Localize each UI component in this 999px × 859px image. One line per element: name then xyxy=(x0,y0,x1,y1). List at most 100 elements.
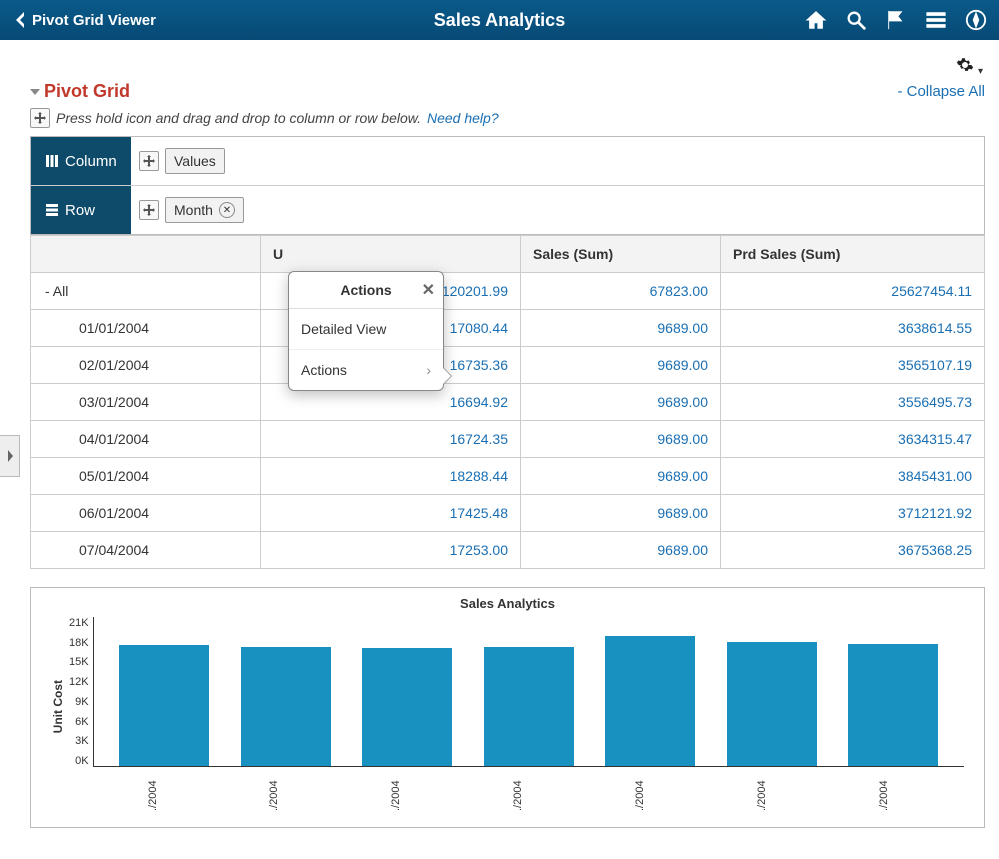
cell-prdsales[interactable]: 25627454.11 xyxy=(721,273,985,310)
menu-icon[interactable] xyxy=(925,9,947,31)
chart-bar[interactable] xyxy=(362,648,452,766)
col-header-sales[interactable]: Sales (Sum) xyxy=(521,236,721,273)
app-header: Pivot Grid Viewer Sales Analytics xyxy=(0,0,999,40)
back-label: Pivot Grid Viewer xyxy=(32,12,156,29)
cell-sales[interactable]: 9689.00 xyxy=(521,458,721,495)
row-label[interactable]: 02/01/2004 xyxy=(31,347,261,384)
row-label[interactable]: 03/01/2004 xyxy=(31,384,261,421)
cell-sales[interactable]: 9689.00 xyxy=(521,532,721,569)
popup-item-actions[interactable]: Actions › xyxy=(289,349,443,390)
gear-icon[interactable]: ▾ xyxy=(956,56,983,77)
cell-prdsales[interactable]: 3712121.92 xyxy=(721,495,985,532)
row-label[interactable]: - All xyxy=(31,273,261,310)
chevron-right-icon: › xyxy=(426,362,431,378)
chart-bar[interactable] xyxy=(727,642,817,766)
chart-bar[interactable] xyxy=(605,636,695,766)
values-chip-label: Values xyxy=(174,153,216,169)
y-axis-label: Unit Cost xyxy=(51,680,65,733)
table-row: 06/01/2004 17425.48 9689.00 3712121.92 xyxy=(31,495,985,532)
popup-item-label: Actions xyxy=(301,362,347,378)
column-axis-label: Column xyxy=(31,137,131,185)
home-icon[interactable] xyxy=(805,9,827,31)
row-axis-label: Row xyxy=(31,186,131,234)
chart-bar[interactable] xyxy=(848,644,938,766)
y-tick: 9K xyxy=(69,696,89,708)
cell-sales[interactable]: 9689.00 xyxy=(521,421,721,458)
y-tick: 21K xyxy=(69,617,89,629)
col-header-prdsales[interactable]: Prd Sales (Sum) xyxy=(721,236,985,273)
cell-sales[interactable]: 9689.00 xyxy=(521,384,721,421)
row-label[interactable]: 05/01/2004 xyxy=(31,458,261,495)
drag-handle-icon[interactable] xyxy=(139,151,159,171)
hint-text: Press hold icon and drag and drop to col… xyxy=(56,110,421,126)
cell-unitcost[interactable]: 18288.44 xyxy=(261,458,521,495)
help-link[interactable]: Need help? xyxy=(427,110,499,126)
popup-title: Actions ✕ xyxy=(289,272,443,309)
chart-plot xyxy=(93,617,964,767)
axis-config: Column Values Row Month ✕ xyxy=(30,136,985,235)
close-icon[interactable]: ✕ xyxy=(422,280,435,300)
remove-month-icon[interactable]: ✕ xyxy=(219,202,235,218)
move-icon xyxy=(30,108,50,128)
popup-item-detailed-view[interactable]: Detailed View xyxy=(289,309,443,349)
pivot-data-table: U Sales (Sum) Prd Sales (Sum) - All 1202… xyxy=(30,235,985,569)
header-icons xyxy=(805,9,991,31)
cell-prdsales[interactable]: 3556495.73 xyxy=(721,384,985,421)
collapse-all-link[interactable]: - Collapse All xyxy=(897,83,985,100)
collapse-toggle-icon[interactable] xyxy=(30,89,40,95)
cell-sales[interactable]: 9689.00 xyxy=(521,495,721,532)
chart-bar[interactable] xyxy=(241,647,331,766)
x-tick: ./2004 xyxy=(117,797,207,827)
chart-title: Sales Analytics xyxy=(51,596,964,611)
chart-bar[interactable] xyxy=(484,647,574,766)
table-row: 03/01/2004 16694.92 9689.00 3556495.73 xyxy=(31,384,985,421)
table-row: 01/01/2004 17080.44 9689.00 3638614.55 xyxy=(31,310,985,347)
values-chip[interactable]: Values xyxy=(165,148,225,174)
cell-prdsales[interactable]: 3565107.19 xyxy=(721,347,985,384)
column-axis-text: Column xyxy=(65,153,117,170)
section-title: Pivot Grid xyxy=(44,81,130,102)
page-title: Sales Analytics xyxy=(434,10,565,31)
col-header-empty xyxy=(31,236,261,273)
cell-prdsales[interactable]: 3634315.47 xyxy=(721,421,985,458)
x-tick: ./2004 xyxy=(482,797,572,827)
col-header-unitcost[interactable]: U xyxy=(261,236,521,273)
month-chip-label: Month xyxy=(174,202,213,218)
table-row: 07/04/2004 17253.00 9689.00 3675368.25 xyxy=(31,532,985,569)
cell-prdsales[interactable]: 3638614.55 xyxy=(721,310,985,347)
y-tick: 3K xyxy=(69,735,89,747)
search-icon[interactable] xyxy=(845,9,867,31)
settings-row: ▾ xyxy=(0,40,999,81)
cell-prdsales[interactable]: 3675368.25 xyxy=(721,532,985,569)
cell-sales[interactable]: 9689.00 xyxy=(521,347,721,384)
actions-popup: Actions ✕ Detailed View Actions › xyxy=(288,271,444,391)
row-label[interactable]: 06/01/2004 xyxy=(31,495,261,532)
cell-unitcost[interactable]: 16724.35 xyxy=(261,421,521,458)
cell-sales[interactable]: 67823.00 xyxy=(521,273,721,310)
back-button[interactable]: Pivot Grid Viewer xyxy=(8,8,164,33)
compass-icon[interactable] xyxy=(965,9,987,31)
y-tick: 6K xyxy=(69,716,89,728)
x-tick: ./2004 xyxy=(361,797,451,827)
table-header-row: U Sales (Sum) Prd Sales (Sum) xyxy=(31,236,985,273)
cell-sales[interactable]: 9689.00 xyxy=(521,310,721,347)
table-row: 04/01/2004 16724.35 9689.00 3634315.47 xyxy=(31,421,985,458)
x-tick: ./2004 xyxy=(604,797,694,827)
cell-unitcost[interactable]: 17253.00 xyxy=(261,532,521,569)
cell-prdsales[interactable]: 3845431.00 xyxy=(721,458,985,495)
row-label[interactable]: 07/04/2004 xyxy=(31,532,261,569)
drag-handle-icon[interactable] xyxy=(139,200,159,220)
cell-unitcost[interactable]: 17425.48 xyxy=(261,495,521,532)
table-row: 05/01/2004 18288.44 9689.00 3845431.00 xyxy=(31,458,985,495)
x-tick: ./2004 xyxy=(239,797,329,827)
y-tick: 18K xyxy=(69,637,89,649)
row-label[interactable]: 04/01/2004 xyxy=(31,421,261,458)
chart-bar[interactable] xyxy=(119,645,209,766)
row-label[interactable]: 01/01/2004 xyxy=(31,310,261,347)
popup-item-label: Detailed View xyxy=(301,321,386,337)
flag-icon[interactable] xyxy=(885,9,907,31)
row-axis-text: Row xyxy=(65,202,95,219)
table-row: - All 120201.99 67823.00 25627454.11 xyxy=(31,273,985,310)
month-chip[interactable]: Month ✕ xyxy=(165,197,244,223)
y-tick: 15K xyxy=(69,656,89,668)
